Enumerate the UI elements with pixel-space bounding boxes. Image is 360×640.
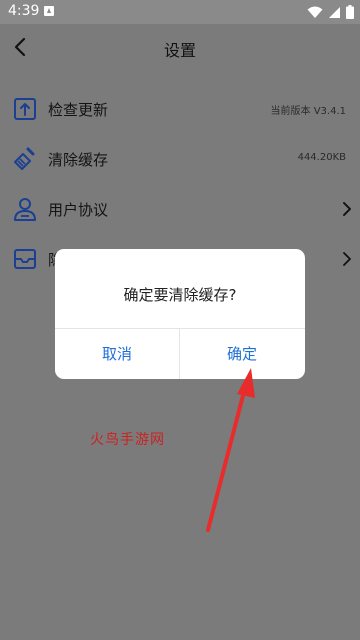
settings-item-label: 检查更新 xyxy=(48,101,109,119)
page-title: 设置 xyxy=(163,41,196,60)
settings-item-user-agreement[interactable]: 用户协议 xyxy=(0,184,360,234)
broom-icon xyxy=(14,147,35,170)
user-icon xyxy=(14,198,36,221)
clear-cache-dialog: 确定要清除缓存? 取消 确定 xyxy=(55,249,305,379)
update-icon xyxy=(14,98,36,120)
privacy-inbox-icon xyxy=(14,249,36,269)
settings-item-label: 清除缓存 xyxy=(48,151,109,169)
status-icons xyxy=(307,5,354,19)
watermark-text: 火鸟手游网 xyxy=(90,432,165,448)
version-value: 当前版本 V3.4.1 xyxy=(270,106,346,117)
wifi-icon xyxy=(307,6,323,18)
settings-item-clear-cache[interactable]: 清除缓存 444.20KB xyxy=(0,134,360,184)
chevron-right-icon xyxy=(343,252,351,266)
dialog-message: 确定要清除缓存? xyxy=(123,286,237,304)
battery-icon xyxy=(346,5,354,19)
settings-item-check-update[interactable]: 检查更新 当前版本 V3.4.1 xyxy=(0,84,360,134)
header: 设置 xyxy=(0,24,360,70)
settings-item-label: 用户协议 xyxy=(48,201,109,219)
cancel-button[interactable]: 取消 xyxy=(55,329,179,379)
cellular-signal-icon xyxy=(329,6,340,18)
status-time: 4:39 xyxy=(8,3,40,19)
confirm-button[interactable]: 确定 xyxy=(180,329,304,379)
chevron-right-icon xyxy=(343,202,351,216)
cache-size-value: 444.20KB xyxy=(297,152,346,163)
notification-app-icon xyxy=(44,6,54,16)
status-bar: 4:39 xyxy=(0,0,360,24)
